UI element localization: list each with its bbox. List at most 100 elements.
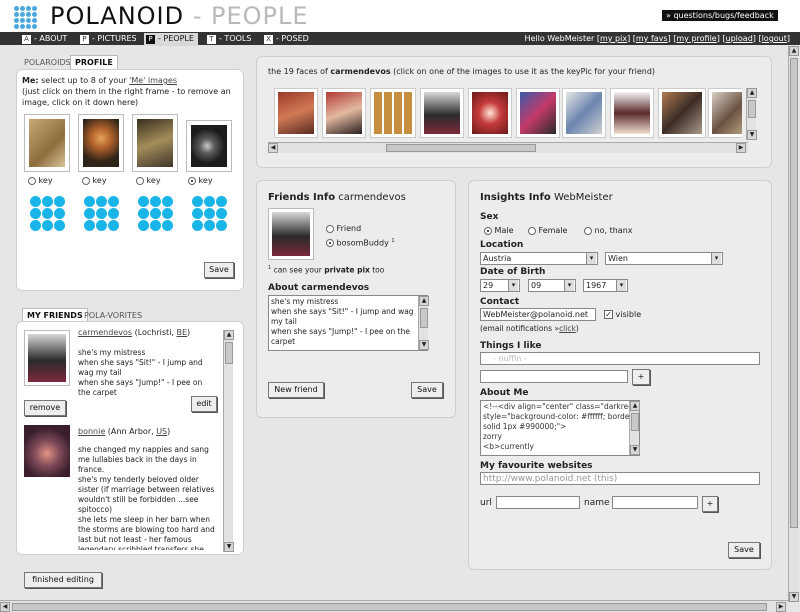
key-option-4[interactable]: key xyxy=(188,176,213,185)
me-image-4[interactable] xyxy=(186,120,232,172)
upload-link[interactable]: upload xyxy=(726,34,753,43)
tab-polaroids[interactable]: POLAROIDS xyxy=(20,56,75,69)
face-thumbnail[interactable] xyxy=(274,88,318,138)
email-notifications-note: (email notifications »click) xyxy=(480,324,579,333)
name-label: name xyxy=(584,498,610,508)
email-notifications-link[interactable]: click xyxy=(559,324,576,333)
scroll-right-icon[interactable]: ▶ xyxy=(736,143,746,153)
scroll-left-icon[interactable]: ◀ xyxy=(268,143,278,153)
page-vscroll[interactable]: ▲ ▼ xyxy=(788,46,799,602)
insights-save-button[interactable]: Save xyxy=(728,542,760,558)
visible-checkbox[interactable]: ✓ visible xyxy=(604,310,641,319)
add-thing-button[interactable]: + xyxy=(632,369,650,385)
me-images-link[interactable]: 'Me' images xyxy=(129,76,177,85)
my-profile-link[interactable]: my profile xyxy=(676,34,716,43)
my-favs-link[interactable]: my favs xyxy=(636,34,668,43)
faces-hscroll[interactable]: ◀ ▶ xyxy=(268,142,748,153)
email-field[interactable]: WebMeister@polanoid.net xyxy=(480,308,596,321)
empty-slot-icon[interactable] xyxy=(84,196,120,232)
page-hscroll[interactable]: ◀ ▶ xyxy=(0,600,788,612)
profile-save-button[interactable]: Save xyxy=(204,262,234,278)
things-label: Things I like xyxy=(480,341,542,351)
remove-friend-button[interactable]: remove xyxy=(24,400,66,416)
friends-info-title: Friends Info carmendevos xyxy=(268,192,406,203)
face-thumbnail[interactable] xyxy=(370,88,416,138)
dob-month-select[interactable]: 09 xyxy=(528,279,576,292)
insights-title: Insights Info WebMeister xyxy=(480,192,613,203)
friend-text-2: she changed my nappies and sang me lulla… xyxy=(78,445,215,550)
things-input[interactable] xyxy=(480,370,628,383)
nav-about[interactable]: A- ABOUT xyxy=(22,34,67,44)
sex-male[interactable]: Male xyxy=(484,226,514,235)
about-friend-scrollbar[interactable]: ▲ ▼ xyxy=(418,296,429,350)
faces-caption: the 19 faces of carmendevos (click on on… xyxy=(268,67,656,76)
profile-intro: Me: select up to 8 of your 'Me' images (j… xyxy=(22,76,231,107)
greeting: Hello WebMeister xyxy=(524,34,595,43)
add-website-button[interactable]: + xyxy=(702,496,718,512)
nav-tools[interactable]: T- TOOLS xyxy=(207,34,251,44)
new-friend-button[interactable]: New friend xyxy=(268,382,324,398)
empty-slot-icon[interactable] xyxy=(192,196,228,232)
url-label: url xyxy=(480,498,492,508)
main-navbar: A- ABOUT P- PICTURES P- PEOPLE T- TOOLS … xyxy=(0,32,800,46)
about-me-scrollbar[interactable]: ▲ ▼ xyxy=(629,401,640,455)
things-list: - nuffin - xyxy=(480,352,760,365)
friend-text-1: she's my mistress when she says "Sit!" -… xyxy=(78,348,203,397)
friend-avatar-carmendevos[interactable] xyxy=(24,330,70,386)
dob-year-select[interactable]: 1967 xyxy=(583,279,628,292)
contact-label: Contact xyxy=(480,297,520,307)
option-friend[interactable]: Friend xyxy=(326,224,361,233)
me-image-1[interactable] xyxy=(24,114,70,172)
logout-link[interactable]: logout xyxy=(762,34,787,43)
about-friend-textarea[interactable]: she's my mistress when she says "Sit!" -… xyxy=(268,295,428,351)
friend-link-carmendevos[interactable]: carmendevos xyxy=(78,328,132,337)
site-title: POLANOID - PEOPLE xyxy=(50,2,309,30)
face-thumbnail[interactable] xyxy=(468,88,512,138)
sex-label: Sex xyxy=(480,212,499,222)
face-thumbnail[interactable] xyxy=(420,88,464,138)
country-select[interactable]: Austria xyxy=(480,252,598,265)
about-me-textarea[interactable]: <!--<div align="center" class="darkred" … xyxy=(480,400,640,456)
friends-info-save-button[interactable]: Save xyxy=(411,382,443,398)
empty-slot-icon[interactable] xyxy=(30,196,66,232)
nav-pictures[interactable]: P- PICTURES xyxy=(80,34,137,44)
face-thumbnail[interactable] xyxy=(610,88,654,138)
city-select[interactable]: Wien xyxy=(605,252,723,265)
dob-day-select[interactable]: 29 xyxy=(480,279,520,292)
sex-female[interactable]: Female xyxy=(528,226,567,235)
scroll-down-icon[interactable]: ▼ xyxy=(224,542,234,552)
face-thumbnail[interactable] xyxy=(708,88,742,138)
friend-avatar-bonnie[interactable] xyxy=(24,425,70,477)
feedback-link[interactable]: » questions/bugs/feedback xyxy=(662,10,778,21)
empty-slot-icon[interactable] xyxy=(138,196,174,232)
face-thumbnail[interactable] xyxy=(516,88,560,138)
me-image-3[interactable] xyxy=(132,114,178,172)
finished-editing-button[interactable]: finished editing xyxy=(24,572,102,588)
face-thumbnail[interactable] xyxy=(562,88,606,138)
key-option-3[interactable]: key xyxy=(136,176,161,185)
nav-people[interactable]: P- PEOPLE xyxy=(144,33,198,46)
option-bosombuddy[interactable]: bosomBuddy 1 xyxy=(326,238,395,248)
tab-my-friends[interactable]: MY FRIENDS xyxy=(22,308,88,322)
nav-posed[interactable]: X- POSED xyxy=(264,34,309,44)
face-thumbnail[interactable] xyxy=(322,88,366,138)
key-option-1[interactable]: key xyxy=(28,176,53,185)
face-thumbnail[interactable] xyxy=(658,88,706,138)
friend-link-bonnie[interactable]: bonnie xyxy=(78,427,105,436)
my-pix-link[interactable]: my pix xyxy=(600,34,627,43)
friends-scrollbar[interactable]: ▲ ▼ xyxy=(223,330,234,552)
friend-name-line-2: bonnie (Ann Arbor, US) xyxy=(78,427,171,436)
polanoid-logo-icon[interactable] xyxy=(14,6,37,29)
tab-profile[interactable]: PROFILE xyxy=(70,55,118,69)
faces-strip xyxy=(272,88,742,140)
website-name-input[interactable] xyxy=(612,496,698,509)
about-friend-label: About carmendevos xyxy=(268,283,370,293)
scroll-up-icon[interactable]: ▲ xyxy=(224,330,234,340)
me-image-2[interactable] xyxy=(78,114,124,172)
edit-friend-button[interactable]: edit xyxy=(191,396,217,412)
url-input[interactable] xyxy=(496,496,580,509)
key-option-2[interactable]: key xyxy=(82,176,107,185)
dob-label: Date of Birth xyxy=(480,267,546,277)
sex-no-thanx[interactable]: no, thanx xyxy=(584,226,633,235)
faces-vscroll[interactable]: ▲ ▼ xyxy=(746,88,757,140)
